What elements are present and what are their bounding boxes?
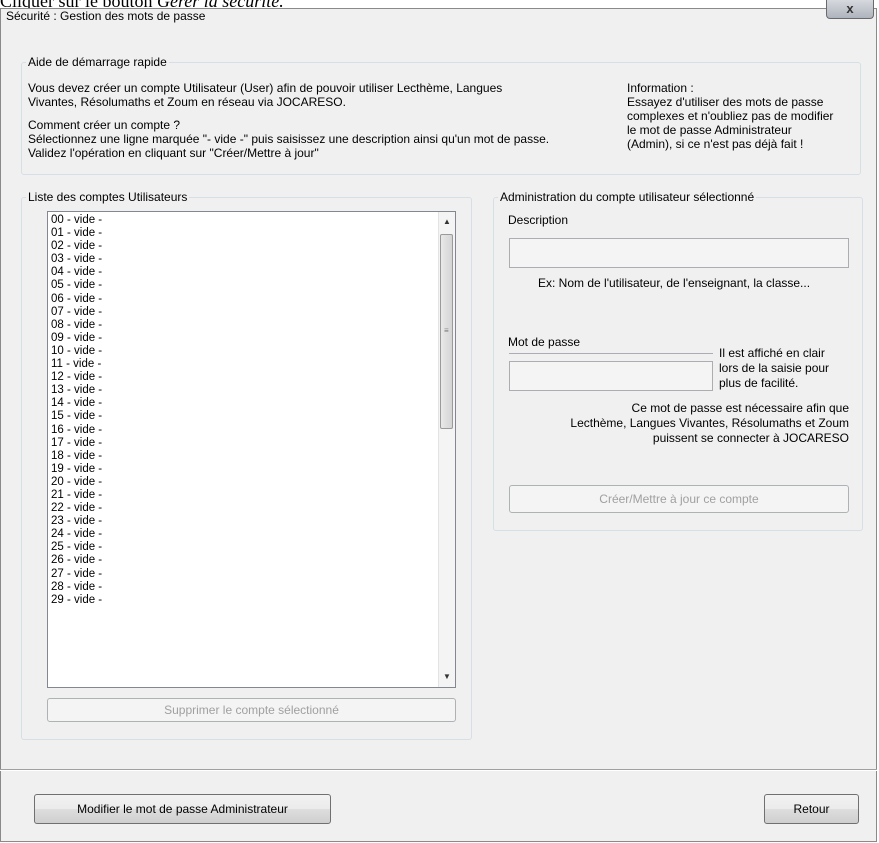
- quickstart-line-2: Vivantes, Résolumaths et Zoum en réseau …: [28, 95, 346, 109]
- list-item[interactable]: 23 - vide -: [51, 515, 435, 528]
- footer-separator: [0, 769, 877, 771]
- list-item[interactable]: 00 - vide -: [51, 214, 435, 227]
- list-item[interactable]: 24 - vide -: [51, 528, 435, 541]
- scroll-thumb[interactable]: ≡: [440, 234, 453, 429]
- modify-admin-password-button[interactable]: Modifier le mot de passe Administrateur: [34, 794, 331, 824]
- list-item[interactable]: 04 - vide -: [51, 266, 435, 279]
- list-item[interactable]: 20 - vide -: [51, 476, 435, 489]
- info-line-2: Essayez d'utiliser des mots de passe: [627, 95, 824, 109]
- accounts-list: 00 - vide -01 - vide -02 - vide -03 - vi…: [51, 214, 435, 607]
- required-line-2: Lecthème, Langues Vivantes, Résolumaths …: [570, 416, 849, 430]
- quickstart-line-3: Comment créer un compte ?: [28, 118, 181, 132]
- list-item[interactable]: 16 - vide -: [51, 424, 435, 437]
- list-item[interactable]: 28 - vide -: [51, 581, 435, 594]
- list-item[interactable]: 08 - vide -: [51, 319, 435, 332]
- description-input[interactable]: [509, 238, 849, 268]
- list-item[interactable]: 18 - vide -: [51, 450, 435, 463]
- grip-icon: ≡: [444, 326, 449, 335]
- window-title: Sécurité : Gestion des mots de passe: [6, 9, 206, 23]
- back-button[interactable]: Retour: [764, 794, 859, 824]
- info-line-4: le mot de passe Administrateur: [627, 123, 792, 137]
- list-item[interactable]: 02 - vide -: [51, 240, 435, 253]
- list-item[interactable]: 11 - vide -: [51, 358, 435, 371]
- password-separator: [509, 353, 713, 354]
- password-label: Mot de passe: [508, 335, 581, 349]
- list-item[interactable]: 05 - vide -: [51, 279, 435, 292]
- info-line-1: Information :: [627, 81, 694, 95]
- list-item[interactable]: 07 - vide -: [51, 306, 435, 319]
- required-line-3: puissent se connecter à JOCARESO: [652, 431, 849, 445]
- list-item[interactable]: 09 - vide -: [51, 332, 435, 345]
- quickstart-line-4: Sélectionnez une ligne marquée "- vide -…: [28, 132, 550, 146]
- list-item[interactable]: 12 - vide -: [51, 371, 435, 384]
- list-scrollbar[interactable]: ▲ ≡ ▼: [438, 212, 455, 687]
- description-hint: Ex: Nom de l'utilisateur, de l'enseignan…: [538, 276, 811, 290]
- accounts-legend: Liste des comptes Utilisateurs: [28, 190, 188, 204]
- scroll-up-icon[interactable]: ▲: [439, 214, 455, 230]
- close-icon: x: [846, 1, 854, 16]
- required-line-1: Ce mot de passe est nécessaire afin que: [631, 401, 849, 415]
- list-item[interactable]: 27 - vide -: [51, 568, 435, 581]
- list-item[interactable]: 14 - vide -: [51, 397, 435, 410]
- scroll-down-icon[interactable]: ▼: [439, 669, 455, 685]
- password-hint-2: lors de la saisie pour: [719, 361, 830, 375]
- list-item[interactable]: 13 - vide -: [51, 384, 435, 397]
- admin-legend: Administration du compte utilisateur sél…: [500, 190, 755, 204]
- list-item[interactable]: 01 - vide -: [51, 227, 435, 240]
- list-item[interactable]: 17 - vide -: [51, 437, 435, 450]
- password-hint-3: plus de facilité.: [719, 376, 799, 390]
- list-item[interactable]: 15 - vide -: [51, 410, 435, 423]
- password-input[interactable]: [509, 361, 713, 391]
- list-item[interactable]: 21 - vide -: [51, 489, 435, 502]
- delete-account-button[interactable]: Supprimer le compte sélectionné: [47, 698, 456, 722]
- password-hint-1: Il est affiché en clair: [719, 346, 825, 360]
- quickstart-legend: Aide de démarrage rapide: [28, 55, 167, 69]
- create-update-button[interactable]: Créer/Mettre à jour ce compte: [509, 485, 849, 513]
- list-item[interactable]: 25 - vide -: [51, 541, 435, 554]
- quickstart-line-5: Validez l'opération en cliquant sur "Cré…: [28, 146, 319, 160]
- list-item[interactable]: 03 - vide -: [51, 253, 435, 266]
- info-line-5: (Admin), si ce n'est pas déjà fait !: [627, 137, 804, 151]
- list-item[interactable]: 06 - vide -: [51, 293, 435, 306]
- list-item[interactable]: 19 - vide -: [51, 463, 435, 476]
- accounts-listbox[interactable]: 00 - vide -01 - vide -02 - vide -03 - vi…: [47, 211, 456, 688]
- list-item[interactable]: 26 - vide -: [51, 554, 435, 567]
- description-label: Description: [508, 213, 569, 227]
- list-item[interactable]: 22 - vide -: [51, 502, 435, 515]
- info-line-3: complexes et n'oubliez pas de modifier: [627, 109, 834, 123]
- close-button[interactable]: x: [826, 0, 874, 19]
- list-item[interactable]: 29 - vide -: [51, 594, 435, 607]
- list-item[interactable]: 10 - vide -: [51, 345, 435, 358]
- quickstart-line-1: Vous devez créer un compte Utilisateur (…: [28, 81, 503, 95]
